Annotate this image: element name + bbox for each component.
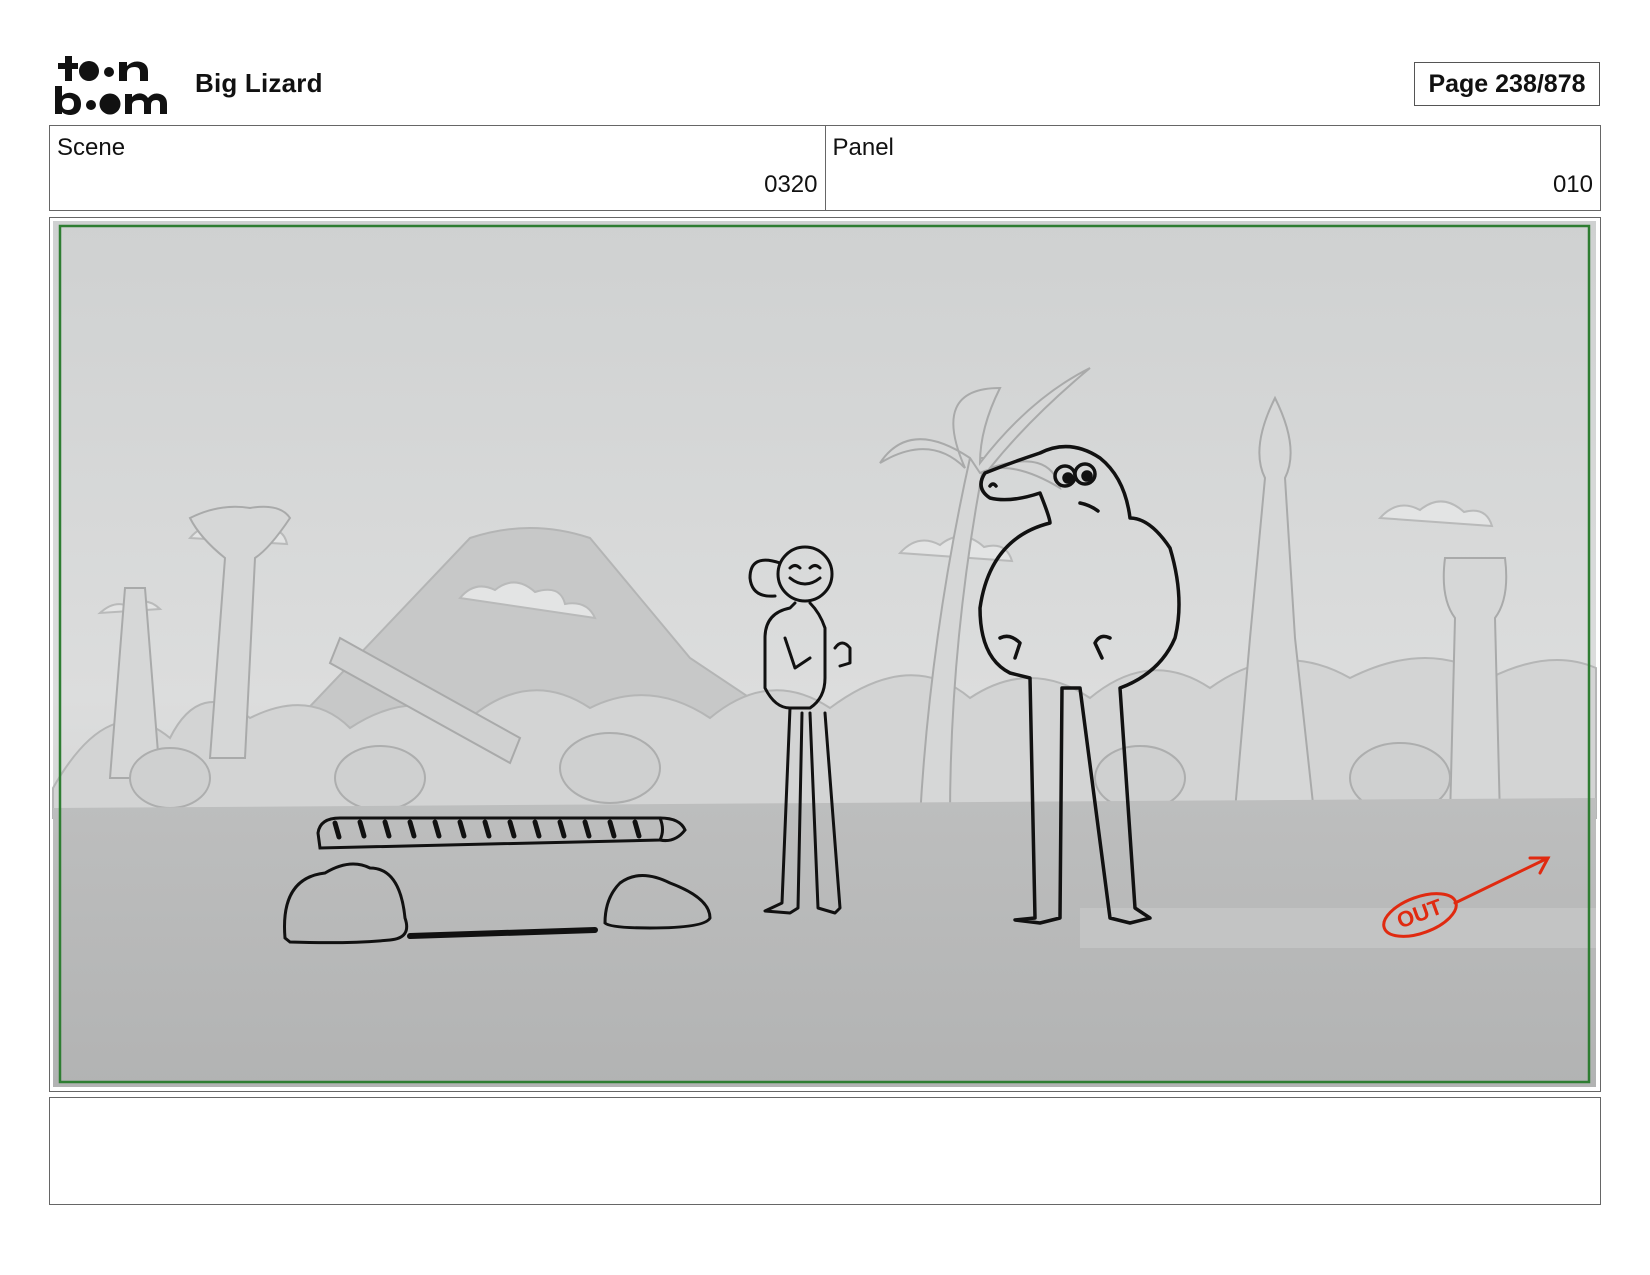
right-cup-plant [1442,557,1508,819]
scene-label: Scene [57,134,126,161]
toon-boom-logo [53,54,171,116]
scene-cell: Scene 0320 [50,126,825,210]
panel-notes-box[interactable] [49,1097,1601,1205]
storyboard-panel: OUT [49,217,1601,1092]
project-title: Big Lizard [195,68,323,98]
scene-value: 0320 [764,171,818,198]
panel-label: Panel [832,134,894,161]
page-number-badge: Page 238/878 [1414,62,1600,106]
panel-cell: Panel 010 [824,126,1601,210]
panel-drawing: OUT [52,221,1597,1087]
scene-panel-info-row: Scene 0320 Panel 010 [49,125,1601,211]
panel-value: 010 [1552,171,1593,198]
